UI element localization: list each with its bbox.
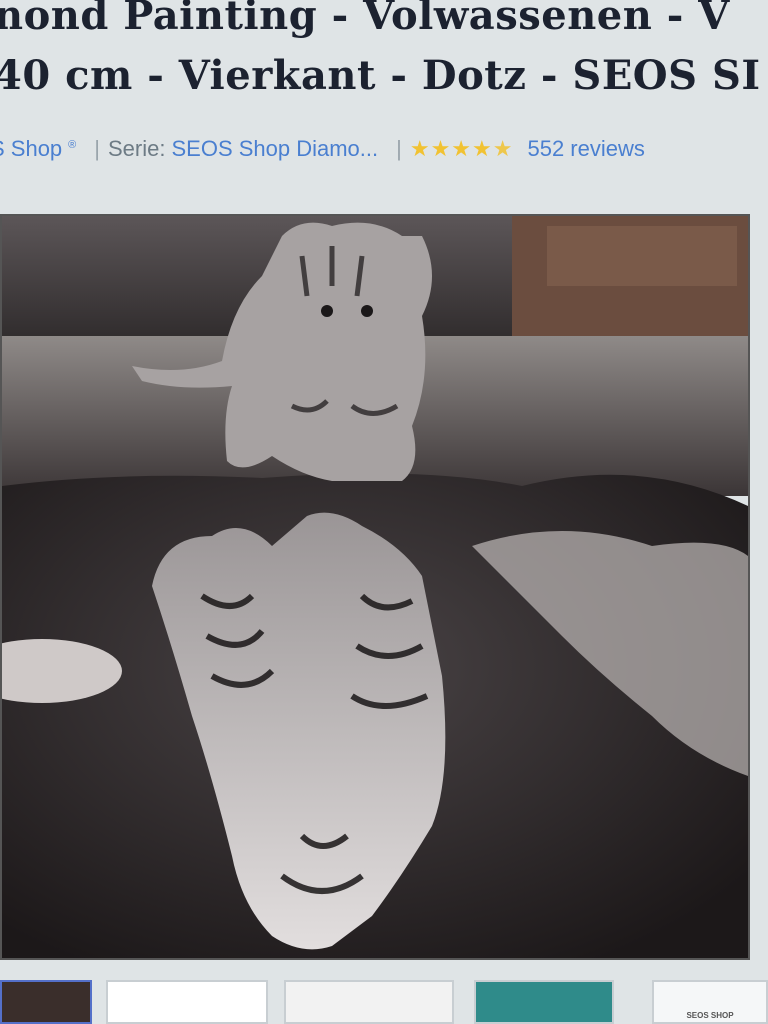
product-title-line-1: nond Painting - Volwassenen - V	[0, 0, 730, 39]
thumbnail-5[interactable]: SEOS SHOP	[652, 980, 768, 1024]
thumbnail-3[interactable]	[284, 980, 454, 1024]
brand-link[interactable]: S Shop ®	[0, 136, 76, 162]
separator: |	[396, 136, 402, 161]
reviews-link[interactable]: 552 reviews	[527, 136, 644, 162]
thumbnail-2[interactable]	[106, 980, 268, 1024]
product-meta-row: S Shop ® | Serie: SEOS Shop Diamo... | ★★…	[0, 136, 645, 162]
separator: |	[94, 136, 100, 161]
thumbnail-1[interactable]	[0, 980, 92, 1024]
product-title-line-2: 40 cm - Vierkant - Dotz - SEOS SI	[0, 52, 761, 99]
brand-link-text[interactable]: S Shop	[0, 136, 62, 161]
series-link[interactable]: SEOS Shop Diamo...	[171, 136, 378, 162]
registered-icon: ®	[68, 138, 77, 151]
series-label: Serie:	[108, 136, 166, 161]
rating-stars-icon[interactable]: ★★★★★	[410, 136, 514, 162]
main-product-image[interactable]	[0, 214, 750, 960]
thumbnail-strip: SEOS SHOP	[0, 980, 768, 1024]
thumbnail-5-label: SEOS SHOP	[686, 1011, 734, 1020]
kitten-tiger-reflection-image	[2, 216, 748, 958]
thumbnail-4[interactable]	[474, 980, 614, 1024]
